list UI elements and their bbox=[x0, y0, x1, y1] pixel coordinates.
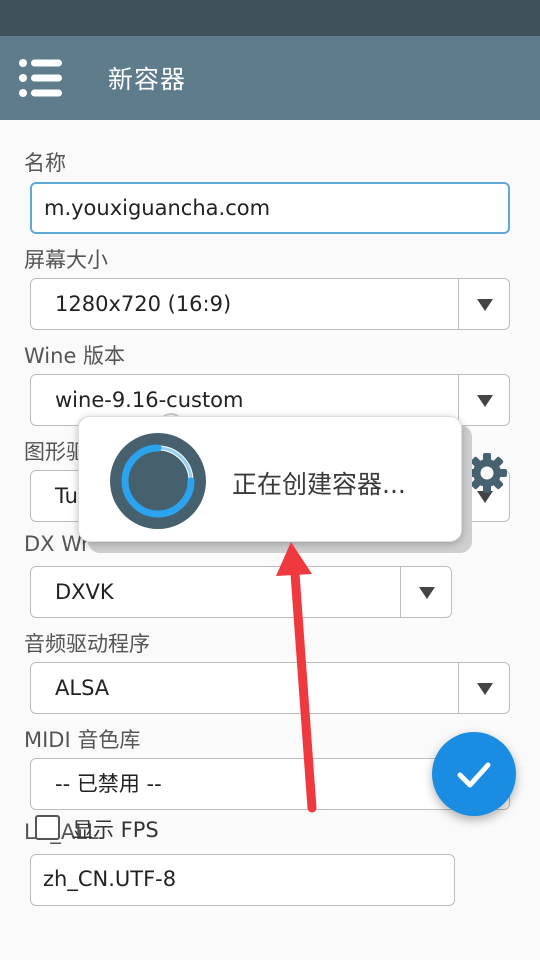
name-field[interactable]: m.youxiguancha.com bbox=[30, 182, 510, 234]
name-label: 名称 bbox=[24, 151, 66, 175]
audio-driver-select[interactable]: ALSA bbox=[30, 662, 510, 714]
page-title: 新容器 bbox=[108, 65, 187, 94]
dialog-message: 正在创建容器... bbox=[232, 470, 406, 499]
app-bar: 新容器 bbox=[0, 36, 540, 120]
confirm-button[interactable] bbox=[432, 732, 516, 816]
dropdown-arrow-icon bbox=[477, 299, 493, 311]
status-bar bbox=[0, 0, 540, 36]
screen-size-value: 1280x720 (16:9) bbox=[55, 292, 232, 316]
lc-all-field[interactable]: zh_CN.UTF-8 bbox=[30, 854, 455, 906]
screen-size-select[interactable]: 1280x720 (16:9) bbox=[30, 278, 510, 330]
menu-list-icon[interactable] bbox=[18, 58, 64, 98]
screen-size-label: 屏幕大小 bbox=[24, 248, 108, 272]
show-fps-label: 显示 FPS bbox=[72, 818, 159, 842]
dropdown-arrow-icon bbox=[477, 395, 493, 407]
audio-driver-label: 音频驱动程序 bbox=[24, 632, 150, 656]
select-divider bbox=[457, 279, 459, 329]
gear-icon[interactable] bbox=[466, 452, 508, 494]
progress-dialog: 正在创建容器... bbox=[78, 416, 462, 542]
loading-spinner-icon bbox=[110, 433, 206, 529]
midi-soundfont-label: MIDI 音色库 bbox=[24, 728, 141, 752]
show-fps-checkbox[interactable] bbox=[35, 815, 60, 840]
select-divider bbox=[457, 375, 459, 425]
wine-version-label: Wine 版本 bbox=[24, 344, 126, 368]
midi-soundfont-value: -- 已禁用 -- bbox=[55, 772, 162, 796]
audio-driver-value: ALSA bbox=[55, 676, 110, 700]
select-divider bbox=[457, 663, 459, 713]
dropdown-arrow-icon bbox=[419, 587, 435, 599]
check-icon bbox=[457, 762, 491, 788]
dx-wrapper-select[interactable]: DXVK bbox=[30, 566, 452, 618]
select-divider bbox=[399, 567, 401, 617]
dx-wrapper-value: DXVK bbox=[55, 580, 114, 604]
dropdown-arrow-icon bbox=[477, 683, 493, 695]
graphics-driver-value: Tu bbox=[55, 484, 78, 508]
